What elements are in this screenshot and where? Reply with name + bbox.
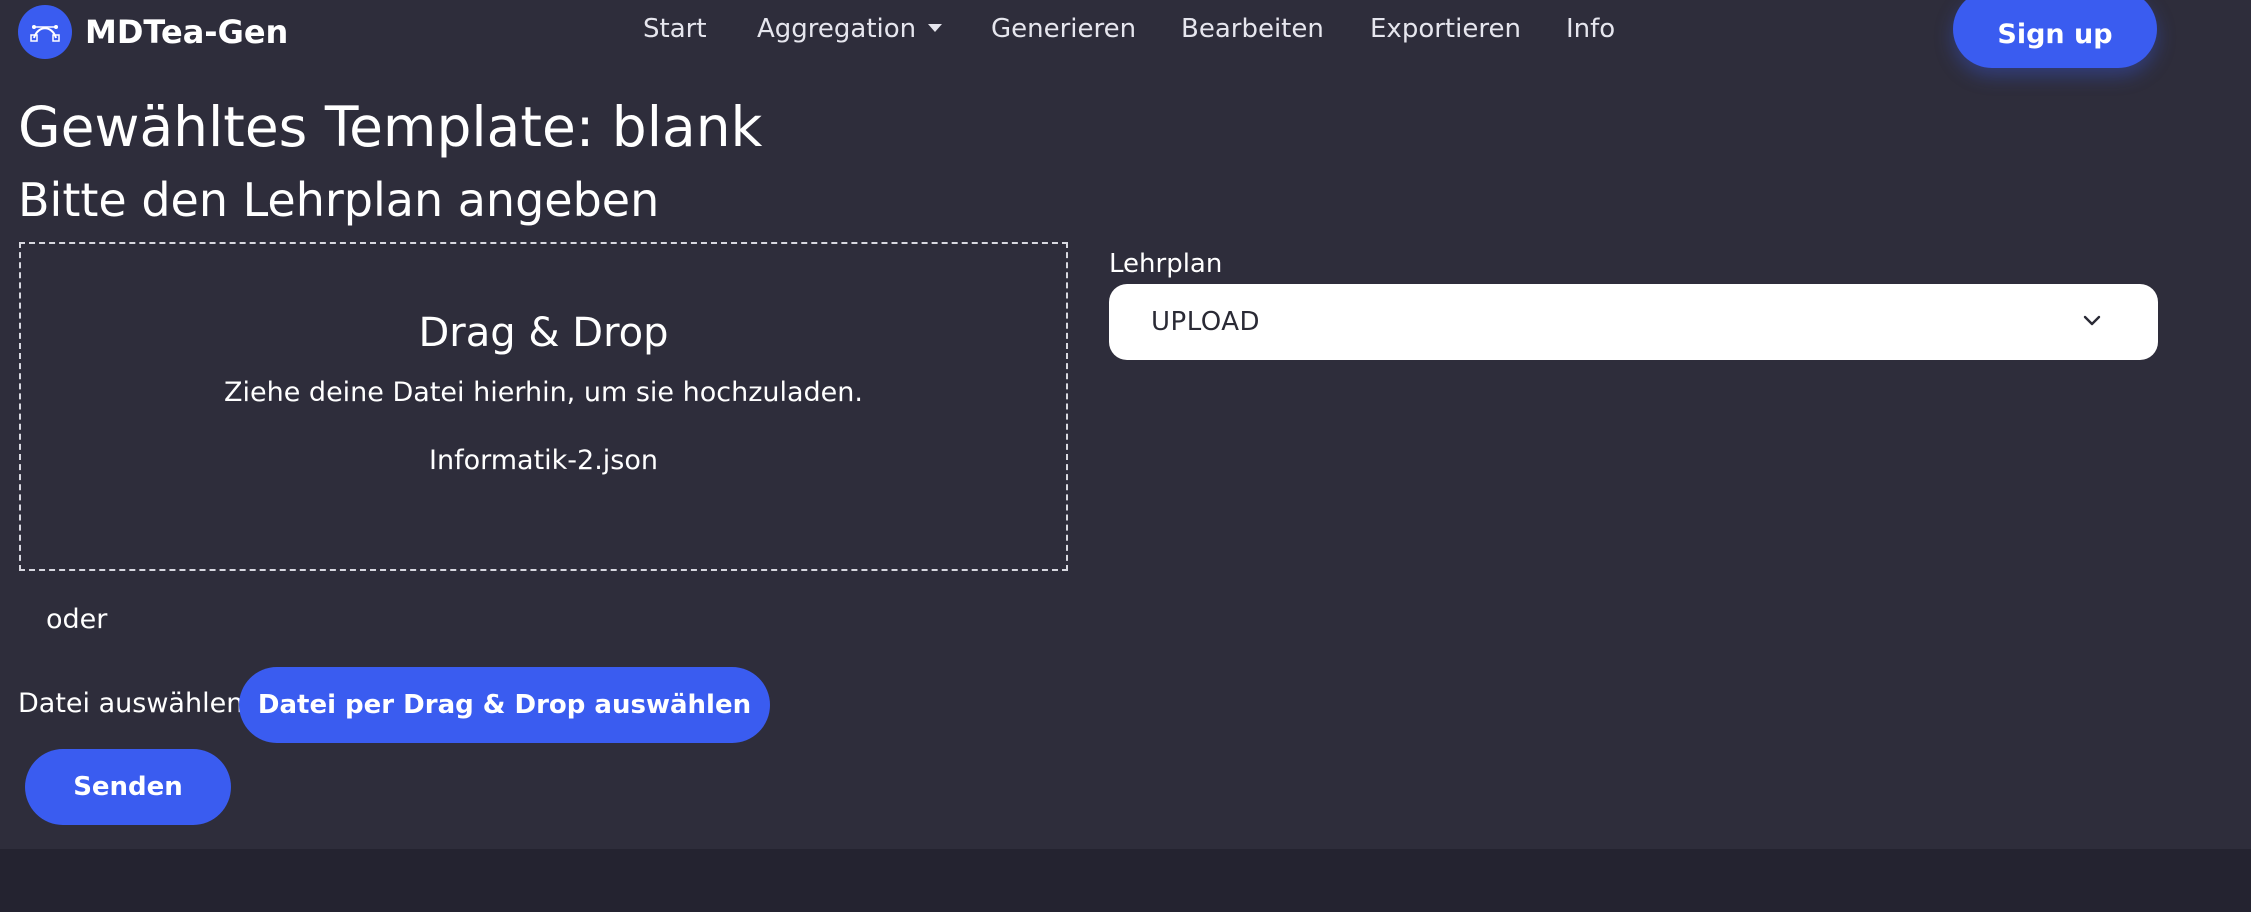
brand[interactable]: MDTea-Gen bbox=[18, 5, 288, 59]
page-title: Gewähltes Template: blank bbox=[18, 95, 763, 159]
dropzone-title: Drag & Drop bbox=[418, 310, 669, 356]
nav-link-start[interactable]: Start bbox=[643, 14, 707, 44]
file-select-label: Datei auswählen: bbox=[18, 688, 253, 719]
bezier-curve-icon bbox=[18, 5, 72, 59]
caret-down-icon bbox=[928, 23, 943, 32]
page-subtitle: Bitte den Lehrplan angeben bbox=[18, 173, 660, 227]
file-select-button[interactable]: Datei per Drag & Drop auswählen bbox=[239, 667, 770, 743]
brand-name: MDTea-Gen bbox=[85, 13, 289, 51]
or-label: oder bbox=[46, 604, 108, 635]
app-container: MDTea-Gen Start Aggregation Generieren B… bbox=[0, 0, 2251, 849]
file-dropzone[interactable]: Drag & Drop Ziehe deine Datei hierhin, u… bbox=[19, 242, 1068, 571]
lehrplan-label: Lehrplan bbox=[1109, 249, 1223, 279]
nav-link-info[interactable]: Info bbox=[1566, 14, 1615, 44]
signup-button[interactable]: Sign up bbox=[1953, 0, 2157, 68]
chevron-down-icon bbox=[2083, 315, 2101, 326]
nav-link-bearbeiten[interactable]: Bearbeiten bbox=[1181, 14, 1324, 44]
dropzone-file-name: Informatik-2.json bbox=[429, 445, 658, 476]
lehrplan-select-value: UPLOAD bbox=[1151, 307, 1261, 337]
nav-link-aggregation-label: Aggregation bbox=[757, 14, 917, 44]
nav-link-generieren[interactable]: Generieren bbox=[991, 14, 1136, 44]
submit-button[interactable]: Senden bbox=[25, 749, 231, 825]
dropzone-instruction: Ziehe deine Datei hierhin, um sie hochzu… bbox=[224, 377, 863, 408]
nav-link-exportieren[interactable]: Exportieren bbox=[1370, 14, 1521, 44]
nav-link-aggregation[interactable]: Aggregation bbox=[757, 14, 943, 44]
footer bbox=[0, 849, 2251, 912]
lehrplan-select[interactable]: UPLOAD bbox=[1109, 284, 2158, 360]
